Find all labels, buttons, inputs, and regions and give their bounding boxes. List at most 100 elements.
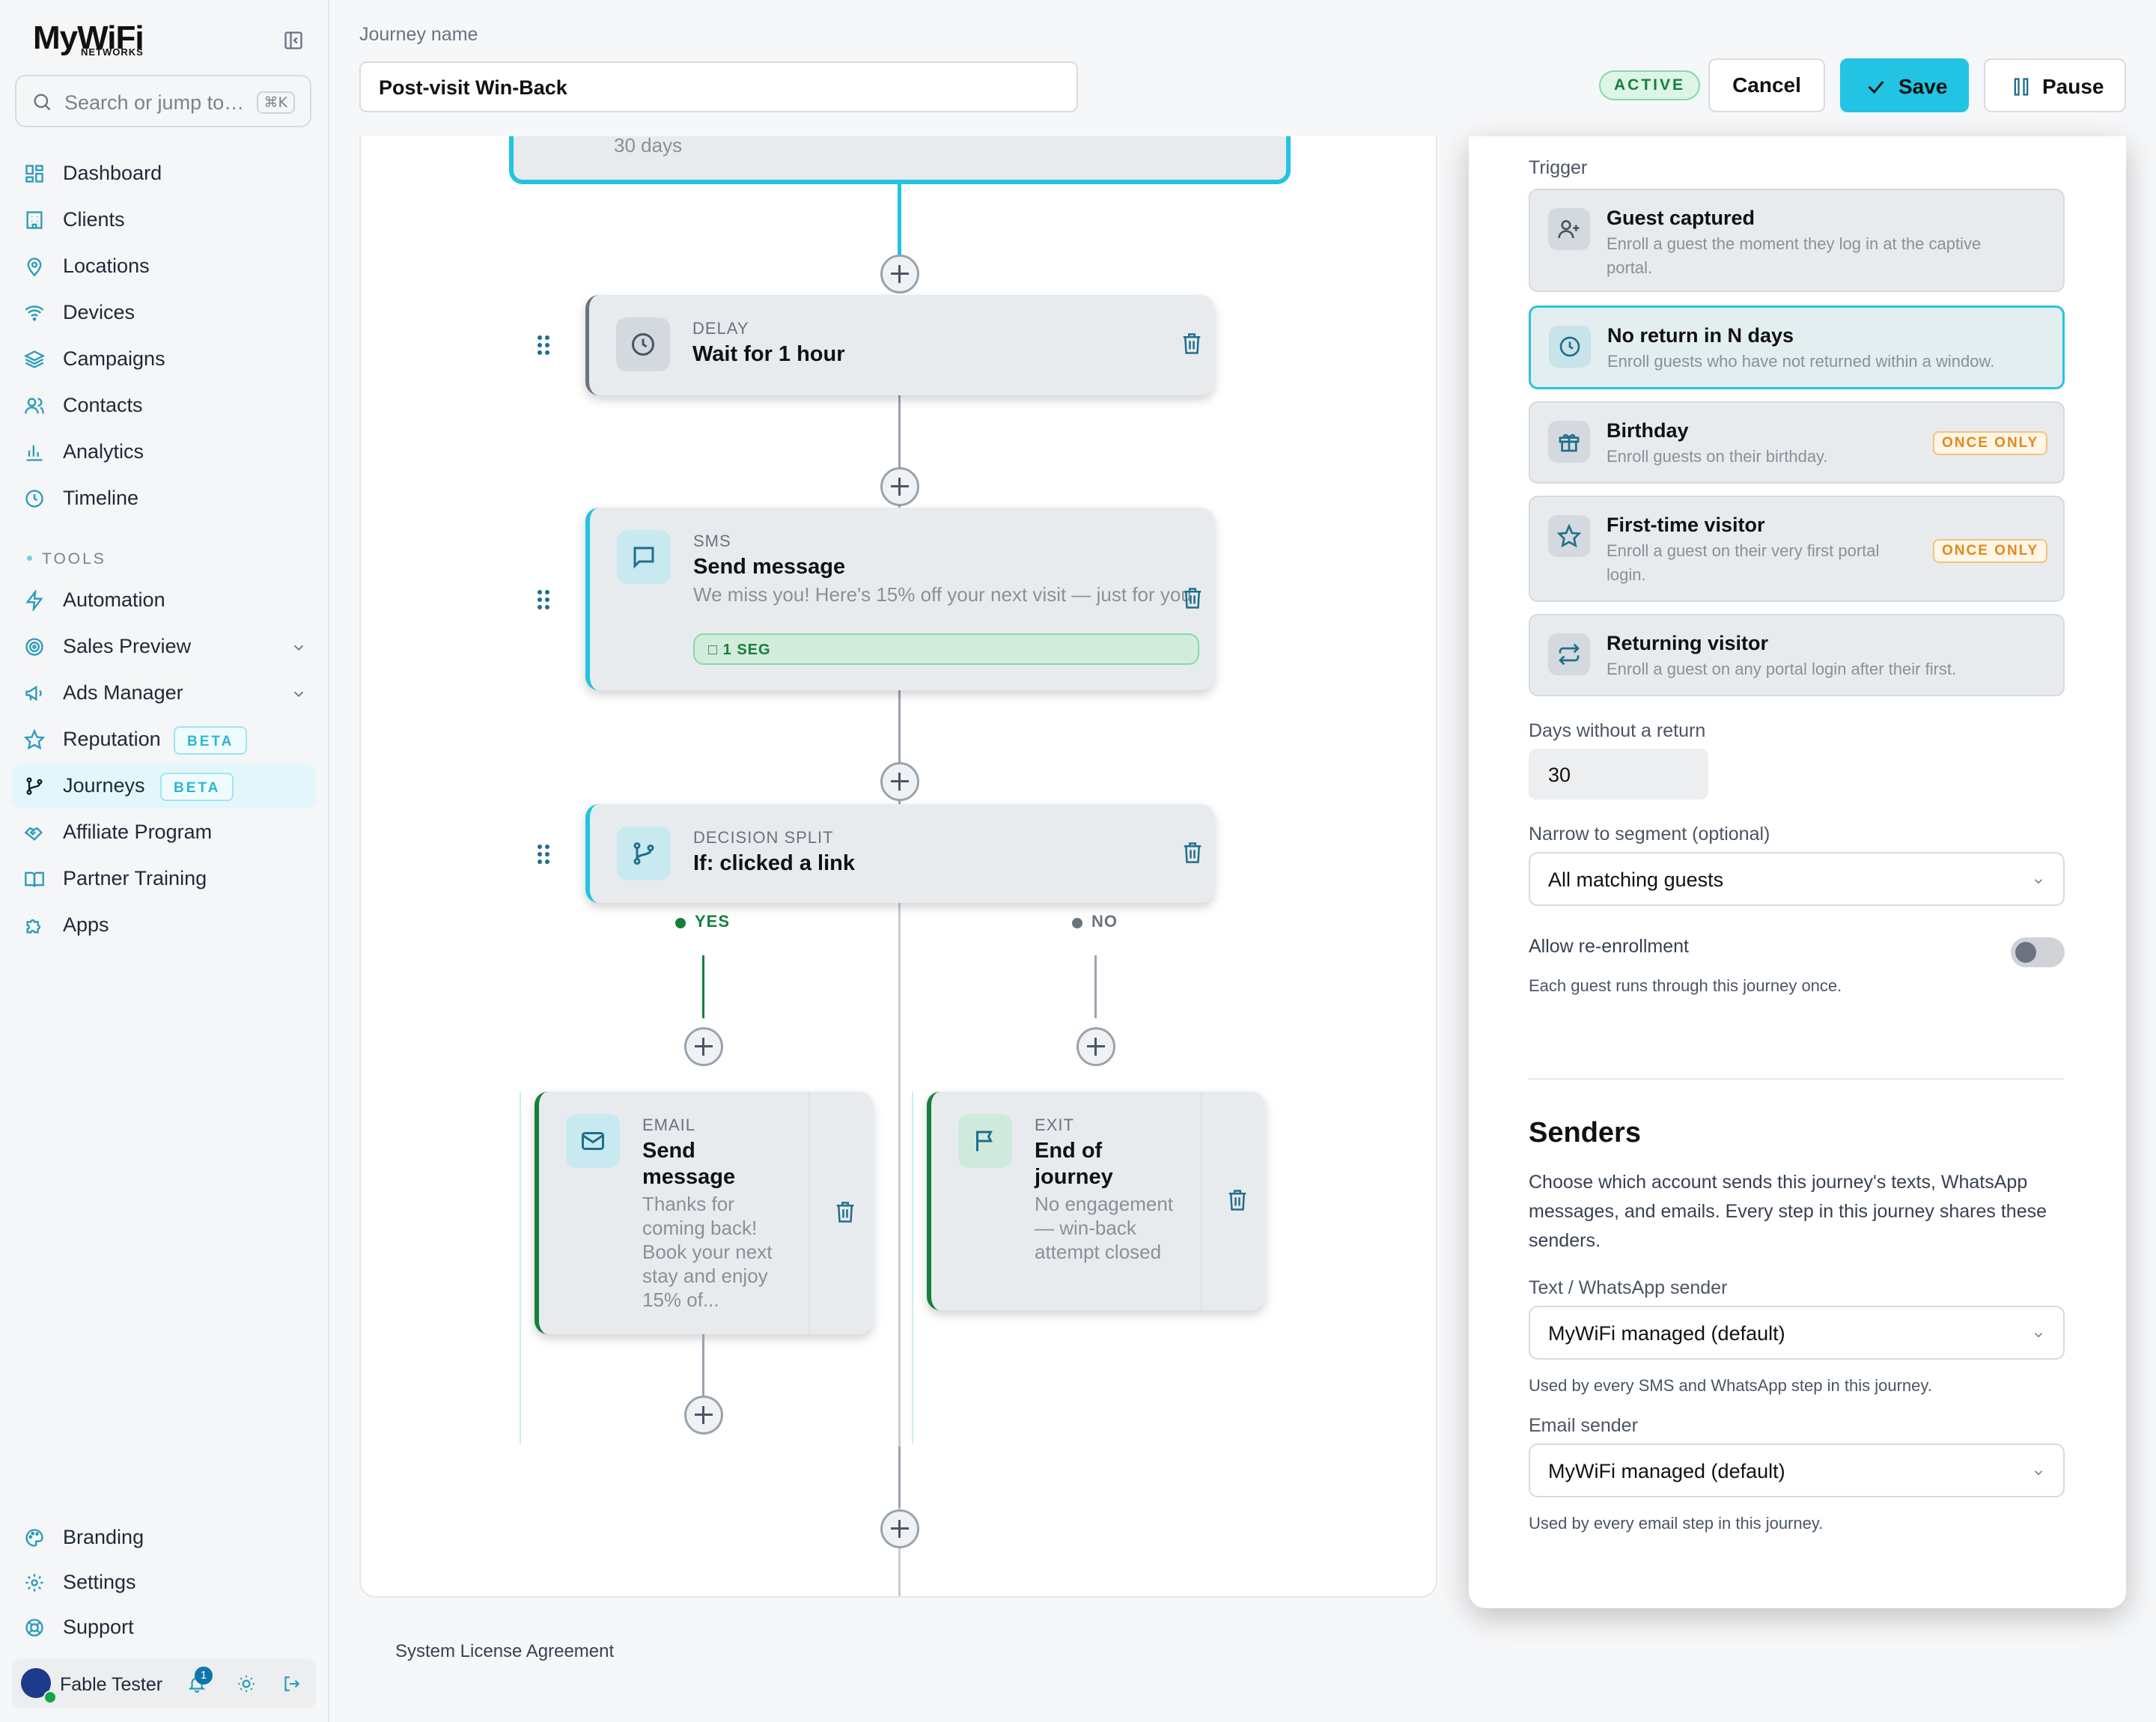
save-button[interactable]: Save (1840, 58, 1969, 112)
sun-icon[interactable] (237, 1674, 256, 1694)
add-step-button[interactable] (684, 1396, 723, 1435)
clock-icon (24, 488, 45, 509)
exit-node[interactable]: EXIT End of journey No engagement — win-… (927, 1092, 1265, 1310)
mail-icon (566, 1114, 620, 1168)
sidebar-item-label: Ads Manager (63, 681, 183, 704)
sidebar-item-label: Locations (63, 255, 150, 277)
users-icon (24, 395, 45, 416)
sidebar-item-label: Apps (63, 913, 109, 936)
trigger-option-birthday[interactable]: Birthday Enroll guests on their birthday… (1529, 401, 2065, 484)
sidebar-item-branding[interactable]: Branding (12, 1515, 316, 1560)
sidebar-item-label: Devices (63, 301, 135, 323)
layers-icon (24, 349, 45, 370)
sidebar-item-dashboard[interactable]: Dashboard (12, 151, 316, 196)
sidebar-item-partner-training[interactable]: Partner Training (12, 857, 316, 901)
chevron-down-icon[interactable] (290, 639, 307, 656)
trigger-option-returning[interactable]: Returning visitor Enroll a guest on any … (1529, 614, 2065, 696)
sidebar: MyWiFi NETWORKS Search or jump to… ⌘K Da… (0, 0, 329, 1722)
sidebar-item-devices[interactable]: Devices (12, 290, 316, 335)
trigger-title: Guest captured (1607, 207, 1755, 229)
sidebar-item-campaigns[interactable]: Campaigns (12, 337, 316, 382)
trash-icon[interactable] (1181, 840, 1204, 865)
drag-handle-icon[interactable] (536, 588, 551, 611)
toggle-knob (2015, 942, 2036, 963)
sidebar-item-label: Dashboard (63, 162, 162, 184)
reenroll-help: Each guest runs through this journey onc… (1529, 976, 1842, 995)
trigger-option-first-time[interactable]: First-time visitor Enroll a guest on the… (1529, 496, 2065, 602)
sidebar-item-analytics[interactable]: Analytics (12, 430, 316, 475)
connector-line (898, 395, 901, 473)
logout-icon[interactable] (281, 1674, 301, 1694)
decision-split-node[interactable]: DECISION SPLIT If: clicked a link (585, 804, 1214, 903)
search-input[interactable]: Search or jump to… ⌘K (15, 75, 311, 127)
trigger-desc: Enroll guests who have not returned with… (1607, 352, 1995, 371)
trash-icon[interactable] (1226, 1187, 1249, 1213)
node-title: If: clicked a link (693, 851, 855, 875)
trigger-title: No return in N days (1607, 324, 1794, 347)
sidebar-item-affiliate-program[interactable]: Affiliate Program (12, 810, 316, 855)
segment-select[interactable]: All matching guests (1529, 852, 2065, 906)
sidebar-item-settings[interactable]: Settings (12, 1560, 316, 1605)
delay-node[interactable]: DELAY Wait for 1 hour (585, 295, 1214, 395)
add-step-button[interactable] (880, 255, 919, 293)
cancel-button[interactable]: Cancel (1708, 58, 1825, 112)
sidebar-item-label: Campaigns (63, 347, 165, 370)
email-node[interactable]: EMAIL Send message Thanks for coming bac… (535, 1092, 873, 1334)
sidebar-item-ads-manager[interactable]: Ads Manager (12, 671, 316, 716)
pause-button[interactable]: Pause (1984, 58, 2126, 112)
trash-icon[interactable] (1181, 331, 1203, 356)
user-card[interactable]: Fable Tester 1 (12, 1659, 316, 1709)
trigger-node[interactable]: 30 days (509, 136, 1291, 184)
sidebar-item-label: Partner Training (63, 867, 207, 889)
email-sender-select[interactable]: MyWiFi managed (default) (1529, 1443, 2065, 1497)
trigger-desc: Enroll a guest on any portal login after… (1607, 660, 1957, 678)
text-sender-select[interactable]: MyWiFi managed (default) (1529, 1306, 2065, 1360)
email-sender-label: Email sender (1529, 1415, 1638, 1436)
journey-name-input[interactable]: Post-visit Win-Back (359, 61, 1078, 112)
drag-handle-icon[interactable] (536, 334, 551, 356)
map-pin-icon (24, 256, 45, 277)
once-only-badge: ONCE ONLY (1933, 539, 2048, 563)
days-input[interactable]: 30 (1529, 749, 1708, 800)
connector-line (702, 1334, 704, 1396)
segment-count-pill: □ 1 SEG (693, 633, 1199, 665)
drag-handle-icon[interactable] (536, 843, 551, 865)
add-step-button[interactable] (880, 1509, 919, 1548)
days-label: Days without a return (1529, 720, 1706, 741)
clock-icon (616, 317, 670, 371)
sidebar-item-sales-preview[interactable]: Sales Preview (12, 624, 316, 669)
sidebar-item-label: Journeys (63, 774, 145, 797)
sms-node[interactable]: SMS Send message We miss you! Here's 15%… (585, 508, 1214, 690)
trash-icon[interactable] (834, 1199, 856, 1225)
trigger-settings-panel: Trigger Guest captured Enroll a guest th… (1469, 136, 2126, 1608)
search-placeholder: Search or jump to… (64, 91, 245, 114)
add-step-button[interactable] (880, 762, 919, 801)
segment-value: All matching guests (1548, 868, 1724, 891)
sidebar-item-support[interactable]: Support (12, 1605, 316, 1650)
flag-icon (958, 1114, 1012, 1168)
sidebar-item-reputation[interactable]: Reputation BETA (12, 717, 316, 762)
star-icon (24, 729, 45, 750)
sidebar-item-journeys[interactable]: Journeys BETA (12, 764, 316, 809)
trigger-desc: Enroll guests on their birthday. (1607, 447, 1828, 466)
trigger-option-guest-captured[interactable]: Guest captured Enroll a guest the moment… (1529, 189, 2065, 292)
trigger-option-no-return[interactable]: No return in N days Enroll guests who ha… (1529, 305, 2065, 389)
chevron-down-icon[interactable] (290, 686, 307, 702)
trash-icon[interactable] (1181, 585, 1204, 611)
add-step-button[interactable] (880, 467, 919, 506)
sidebar-item-timeline[interactable]: Timeline (12, 476, 316, 521)
sidebar-item-apps[interactable]: Apps (12, 903, 316, 948)
save-label: Save (1898, 75, 1948, 98)
add-step-button[interactable] (684, 1027, 723, 1066)
sidebar-item-automation[interactable]: Automation (12, 578, 316, 623)
reenroll-toggle[interactable] (2011, 937, 2065, 967)
sidebar-item-locations[interactable]: Locations (12, 244, 316, 289)
add-step-button[interactable] (1077, 1027, 1115, 1066)
no-branch-line (1094, 955, 1097, 1018)
collapse-sidebar-icon[interactable] (283, 30, 304, 51)
tools-dot (27, 556, 32, 561)
license-link[interactable]: System License Agreement (395, 1641, 614, 1662)
sidebar-item-label: Sales Preview (63, 635, 192, 657)
sidebar-item-clients[interactable]: Clients (12, 198, 316, 243)
sidebar-item-contacts[interactable]: Contacts (12, 383, 316, 428)
